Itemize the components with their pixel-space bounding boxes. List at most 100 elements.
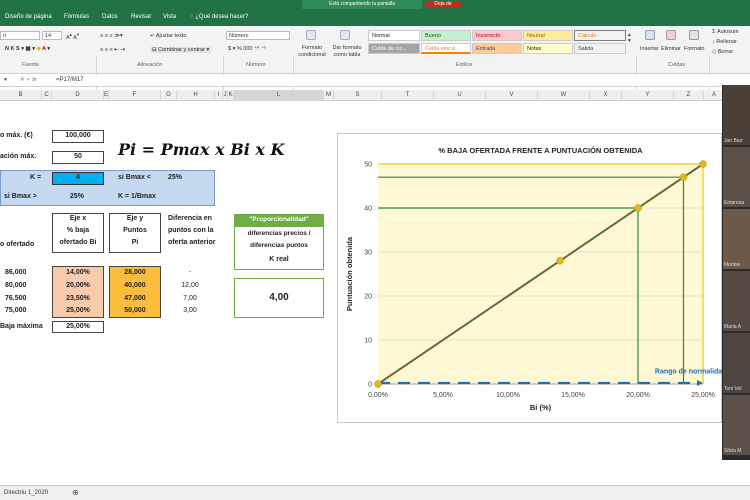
wrap-text-button[interactable]: ↵ Ajustar texto [150,33,186,39]
tab-vista[interactable]: Vista [163,14,176,20]
row-dif[interactable]: - [170,269,210,277]
row-dif[interactable]: 12,00 [170,282,210,290]
fill-label: Rellenar [716,39,737,45]
participant-tile[interactable]: Montse [723,209,750,269]
clear-button[interactable]: ◇ Borrar [712,49,733,55]
styles-scroll-icon[interactable]: ▴ ▾ [628,32,631,44]
col-header[interactable]: T [382,90,434,101]
col-header[interactable]: S [334,90,382,101]
style-salida[interactable]: Salida [574,43,626,54]
col-header[interactable]: G [161,90,177,101]
style-notas[interactable]: Notas [523,43,573,54]
col-header[interactable]: C [42,90,52,101]
insert-cells-button[interactable]: Insertar [640,46,659,52]
delete-cells-icon[interactable] [666,30,676,40]
x-tick-label: 15,00% [561,392,585,399]
col-header[interactable]: Y [622,90,674,101]
participant-name: Empresa [724,200,745,206]
format-cells-button[interactable]: Formato [684,46,704,52]
style-calculo[interactable]: Cálculo [574,30,626,41]
insert-cells-icon[interactable] [645,30,655,40]
font-format-buttons[interactable]: N K S ▾ ▦ ▾ ◆ A ▾ [5,46,50,52]
conditional-format-icon[interactable] [306,30,316,40]
style-entrada[interactable]: Entrada [472,43,522,54]
fill-button[interactable]: ↓ Rellenar [712,39,737,45]
format-as-table-icon[interactable] [340,30,350,40]
group-label-alignment: Alineación [137,62,163,68]
sheet-tab[interactable]: Directriu 1_2020 [4,490,48,496]
col-header[interactable]: X [590,90,622,101]
col-header[interactable]: H [177,90,215,101]
row-pi[interactable]: 47,000 [109,295,161,303]
row-dif[interactable]: 7,00 [170,295,210,303]
style-celda-comprobacion[interactable]: Celda de co... [368,43,420,54]
style-bueno[interactable]: Bueno [421,30,471,41]
participant-tile[interactable]: Jan Barr [723,85,750,145]
participant-tile[interactable]: Maria A [723,271,750,331]
header-ejex-2: % baja [66,227,90,234]
group-label-number: Número [246,62,266,68]
row-bi[interactable]: 20,00% [52,282,104,290]
row-dif[interactable]: 3,00 [170,307,210,315]
participant-name: Maria A [724,324,741,330]
col-header[interactable]: F [109,90,161,101]
lightbulb-icon: ◌ [190,14,194,20]
tell-me-search[interactable]: ◌ ¿Qué desea hacer? [190,14,248,20]
conditional-format-button[interactable]: Formato condicional [296,45,328,59]
row-price[interactable]: 80,000 [5,282,26,290]
font-grow-icon[interactable]: A▴ A▾ [66,32,79,41]
tab-diseno-pagina[interactable]: Diseño de página [5,14,52,20]
row-bi[interactable]: 25,00% [52,307,104,315]
font-name-select[interactable]: ri [0,31,40,40]
tell-me-label: ¿Qué desea hacer? [195,14,249,20]
col-header[interactable]: Z [674,90,704,101]
style-normal[interactable]: Normal [368,30,420,41]
style-incorrecto[interactable]: Incorrecto [472,30,522,41]
col-header[interactable]: W [538,90,590,101]
row-pi[interactable]: 40,000 [109,282,161,290]
style-celda-vinculada[interactable]: Celda vincul... [421,43,471,54]
col-header-selected[interactable]: L [234,90,324,101]
pmax-value: 100,000 [65,132,91,139]
add-sheet-icon[interactable]: ⊕ [72,488,79,497]
col-header[interactable]: I [215,90,223,101]
stop-share-button[interactable]: Deja de [425,1,461,8]
col-header[interactable]: U [434,90,486,101]
col-header[interactable]: V [486,90,538,101]
row-pi[interactable]: 28,000 [109,269,161,277]
format-as-table-button[interactable]: Dar formato como tabla [330,45,364,59]
number-format-buttons[interactable]: $ ▾ % 000 ⁺⁰ ⁻⁰ [228,46,266,52]
col-header[interactable]: D [52,90,104,101]
tab-revisar[interactable]: Revisar [131,14,151,20]
number-format-select[interactable]: Número [226,31,290,40]
chart-container[interactable]: 0 10 20 30 40 50 0,00% 5,00% 10,00% 15,00% 20,00% 2… [337,133,726,423]
row-price[interactable]: 86,000 [5,269,26,277]
font-size-select[interactable]: 14 [42,31,62,40]
participant-tile[interactable]: Empresa [723,147,750,207]
col-header[interactable]: M [324,90,334,101]
autosum-button[interactable]: Σ Autosum [712,29,739,35]
y-tick-label: 20 [364,294,372,301]
participant-tile[interactable]: Silvia M [723,395,750,455]
delete-cells-button[interactable]: Eliminar [661,46,681,52]
merge-center-button[interactable]: ⊟ Combinar y centrar ▾ [150,47,212,53]
row-bi[interactable]: 14,00% [52,269,104,277]
align-top-icon[interactable]: ≡ ≡ ≡ ≫▾ [100,33,123,39]
data-point [374,380,382,388]
tab-datos[interactable]: Datos [102,14,118,20]
style-neutral[interactable]: Neutral [523,30,573,41]
si-bmax-gt-value: 25% [70,193,85,200]
row-price[interactable]: 76,500 [5,295,26,303]
row-pi[interactable]: 50,000 [109,307,161,315]
col-header[interactable]: B [0,90,42,101]
format-cells-icon[interactable] [689,30,699,40]
row-price[interactable]: 75,000 [5,307,26,315]
align-left-icon[interactable]: ≡ ≡ ≡ ⇤ ⇥ [100,47,125,53]
name-box-dropdown-icon[interactable]: ▾ [4,77,7,83]
formula-input[interactable]: =P17/M17 [56,77,84,83]
participant-tile[interactable]: Toni Vel [723,333,750,393]
formula-buttons[interactable]: ✕ ✓ fx [20,77,37,83]
participants-panel: Jan Barr Empresa Montse Maria A Toni Vel… [722,85,750,460]
tab-formulas[interactable]: Fórmulas [64,14,89,20]
row-bi[interactable]: 23,50% [52,295,104,303]
